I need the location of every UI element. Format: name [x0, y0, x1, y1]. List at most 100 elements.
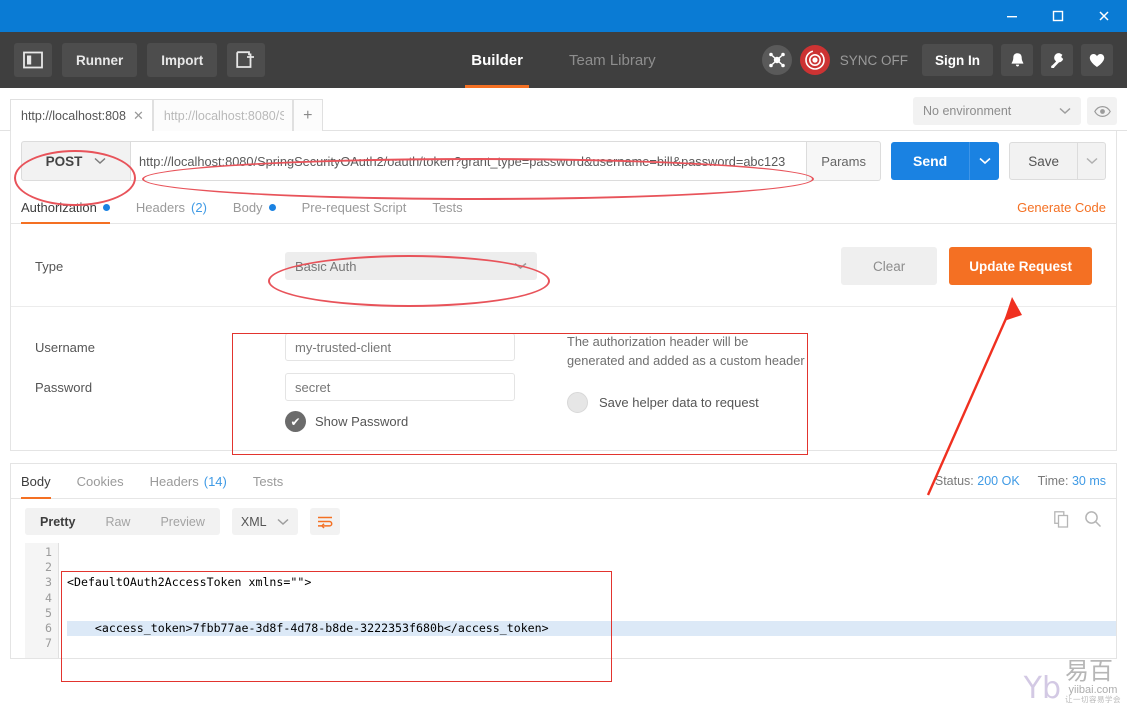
save-options-button[interactable]	[1078, 142, 1106, 180]
request-tab-strip: http://localhost:808 ✕ http://localhost:…	[0, 88, 1127, 131]
update-request-button[interactable]: Update Request	[949, 247, 1092, 285]
generate-code-link[interactable]: Generate Code	[1017, 200, 1106, 215]
response-toolbar: Pretty Raw Preview XML	[11, 499, 1116, 543]
runner-button[interactable]: Runner	[62, 43, 138, 77]
request-tab-1-label: http://localhost:808	[21, 108, 126, 123]
save-button[interactable]: Save	[1009, 142, 1078, 180]
response-tab-headers[interactable]: Headers (14)	[150, 464, 227, 498]
heart-icon[interactable]	[1081, 44, 1113, 76]
subtab-authorization[interactable]: Authorization	[21, 191, 110, 224]
line-number: 7	[45, 636, 52, 651]
divider	[11, 306, 1116, 307]
environment-select[interactable]: No environment	[913, 97, 1081, 125]
time-label: Time:	[1037, 474, 1069, 488]
subtab-body[interactable]: Body	[233, 191, 276, 223]
line-number: 4	[45, 590, 52, 605]
subtab-headers-label: Headers	[135, 199, 186, 215]
request-tab-2[interactable]: http://localhost:8080/Spri	[152, 99, 293, 131]
environment-area: No environment	[913, 97, 1117, 130]
params-button[interactable]: Params	[807, 141, 881, 181]
format-value: XML	[240, 514, 267, 529]
checkmark-icon: ✔	[285, 411, 306, 432]
line-number: 6	[45, 620, 52, 635]
view-mode-raw[interactable]: Raw	[90, 508, 145, 535]
response-code-viewer[interactable]: 1 2 3 4 5 6 7 <DefaultOAuth2AccessToken …	[11, 543, 1116, 658]
maximize-button[interactable]	[1035, 0, 1081, 32]
send-options-button[interactable]	[969, 142, 1000, 180]
subtab-tests[interactable]: Tests	[432, 191, 462, 223]
auth-type-row: Type Basic Auth Clear Update Request	[11, 246, 1116, 286]
new-window-icon[interactable]	[227, 43, 266, 77]
chevron-down-icon	[1059, 107, 1071, 115]
chevron-down-icon	[979, 157, 991, 165]
credentials-area: Username Password ✔ Show Password	[11, 327, 1116, 432]
response-tab-cookies[interactable]: Cookies	[77, 464, 124, 498]
sign-in-button[interactable]: Sign In	[922, 44, 993, 76]
subtab-headers[interactable]: Headers (2)	[136, 191, 207, 223]
view-mode-preview[interactable]: Preview	[145, 508, 219, 535]
watermark-text: 易百 yiibai.com 让一切容易学会	[1065, 659, 1121, 704]
postman-window: Runner Import Builder Team Library SYNC …	[0, 0, 1127, 706]
tab-builder[interactable]: Builder	[465, 32, 529, 88]
search-icon[interactable]	[1084, 510, 1102, 533]
save-helper-data-label: Save helper data to request	[599, 395, 759, 411]
credential-fields: ✔ Show Password	[285, 327, 525, 432]
watermark: Yb 易百 yiibai.com 让一切容易学会	[1024, 659, 1121, 704]
save-helper-data-toggle[interactable]: Save helper data to request	[567, 392, 807, 414]
clear-button[interactable]: Clear	[840, 247, 938, 285]
method-label: POST	[45, 153, 83, 169]
username-label: Username	[35, 339, 95, 355]
response-tab-headers-count: (14)	[203, 473, 227, 489]
bell-icon[interactable]	[1001, 44, 1033, 76]
method-select[interactable]: POST	[21, 141, 131, 181]
watermark-cn: 易百	[1065, 657, 1113, 686]
format-select[interactable]: XML	[231, 508, 298, 535]
send-button[interactable]: Send	[890, 142, 970, 180]
request-panel: POST http://localhost:8080/SpringSecurit…	[10, 131, 1117, 451]
auth-type-select[interactable]: Basic Auth	[285, 252, 537, 280]
import-button[interactable]: Import	[147, 43, 218, 77]
title-bar	[0, 0, 1127, 32]
status-indicator: Status: 200 OK	[935, 474, 1020, 488]
request-tab-1[interactable]: http://localhost:808 ✕	[10, 99, 153, 131]
add-tab-button[interactable]: +	[292, 99, 323, 131]
close-icon[interactable]: ✕	[133, 109, 144, 122]
line-number: 5	[45, 605, 52, 620]
username-input[interactable]	[285, 333, 515, 361]
response-tab-body[interactable]: Body	[21, 464, 51, 499]
chevron-down-icon	[1085, 157, 1098, 165]
line-number: 1	[45, 545, 52, 559]
modified-dot-icon	[102, 203, 110, 211]
url-input[interactable]: http://localhost:8080/SpringSecurityOAut…	[131, 141, 808, 181]
sync-icon[interactable]	[799, 45, 830, 75]
password-input[interactable]	[285, 373, 515, 401]
eye-icon[interactable]	[1087, 97, 1117, 125]
subtab-pre-request-script[interactable]: Pre-request Script	[302, 191, 407, 223]
tab-builder-label: Builder	[471, 51, 523, 69]
view-mode-pretty[interactable]: Pretty	[25, 508, 91, 535]
sidebar-toggle-icon[interactable]	[14, 43, 52, 77]
modified-dot-icon	[268, 203, 276, 211]
copy-icon[interactable]	[1054, 510, 1070, 533]
radio-icon	[567, 392, 588, 414]
url-row: POST http://localhost:8080/SpringSecurit…	[11, 131, 1116, 191]
auth-helper-text: The authorization header will be generat…	[567, 334, 805, 368]
auth-type-value: Basic Auth	[295, 258, 357, 274]
close-button[interactable]	[1081, 0, 1127, 32]
send-group: Send	[890, 142, 1000, 180]
wrench-icon[interactable]	[1041, 44, 1073, 76]
sync-status-label: SYNC OFF	[839, 52, 908, 68]
line-number: 3	[45, 575, 52, 590]
word-wrap-icon[interactable]	[309, 508, 340, 535]
minimize-button[interactable]	[989, 0, 1035, 32]
code-line: <access_token>7fbb77ae-3d8f-4d78-b8de-32…	[67, 621, 1116, 637]
response-tab-tests[interactable]: Tests	[253, 464, 283, 498]
interceptor-icon[interactable]	[761, 45, 792, 75]
request-tab-2-label: http://localhost:8080/Spri	[163, 108, 284, 123]
tab-team-library[interactable]: Team Library	[563, 32, 662, 88]
response-tab-headers-label: Headers	[149, 473, 199, 489]
auth-type-label: Type	[35, 258, 64, 274]
credential-labels: Username Password	[35, 327, 285, 432]
show-password-toggle[interactable]: ✔ Show Password	[285, 411, 525, 432]
subtab-tests-label: Tests	[432, 199, 463, 215]
